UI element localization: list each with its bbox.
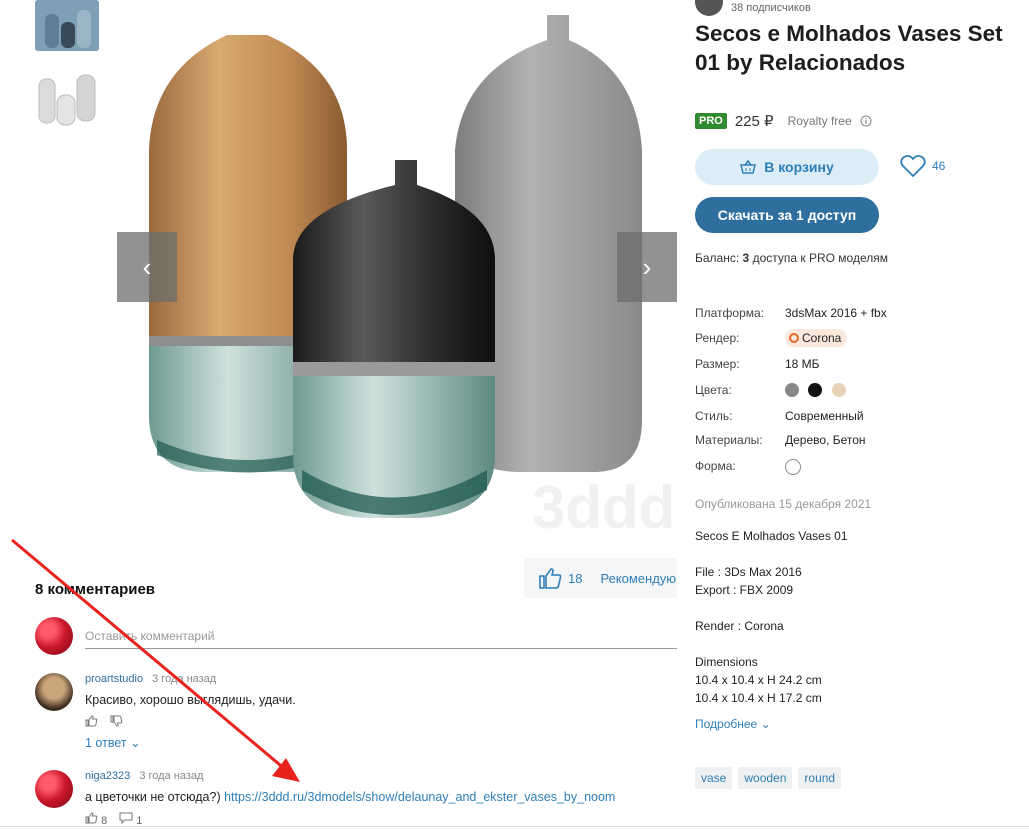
prop-value[interactable]: Дерево, Бетон (785, 433, 866, 447)
tag[interactable]: round (798, 767, 842, 789)
balance-suffix: доступа к PRO моделям (752, 251, 888, 265)
comment-input[interactable]: Оставить комментарий (85, 625, 677, 649)
comment-link[interactable]: https://3ddd.ru/3dmodels/show/delaunay_a… (224, 790, 615, 804)
product-image: 3ddd (117, 0, 677, 545)
more-details-link[interactable]: Подробнее ⌄ (695, 717, 771, 731)
like-icon[interactable] (85, 715, 98, 727)
tag[interactable]: wooden (738, 767, 793, 789)
download-button[interactable]: Скачать за 1 доступ (695, 197, 879, 233)
product-title: Secos e Molhados Vases Set 01 by Relacio… (695, 21, 1003, 75)
prop-key: Цвета: (695, 383, 732, 397)
recommend-label: Рекомендую (600, 570, 677, 586)
replies-label: 1 ответ (85, 736, 127, 750)
price: 225 ₽ (734, 113, 774, 130)
comment-author[interactable]: proartstudio (85, 673, 143, 685)
prop-key: Рендер: (695, 331, 740, 345)
dislike-icon[interactable] (110, 715, 123, 727)
prop-key: Материалы: (695, 433, 763, 447)
heart-icon (900, 154, 926, 178)
prop-value: 3dsMax 2016 + fbx (785, 306, 887, 320)
comment-item: proartstudio 3 года назад Красиво, хорош… (35, 673, 677, 753)
published-date: Опубликована 15 декабря 2021 (695, 497, 872, 511)
comment-text: Красиво, хорошо выглядишь, удачи. (85, 693, 296, 707)
avatar[interactable] (35, 770, 73, 808)
favorite-button[interactable]: 46 (900, 154, 945, 178)
comment-text-row: а цветочки не отсюда?) https://3ddd.ru/3… (85, 790, 615, 804)
current-user-avatar (35, 617, 73, 655)
favorites-count: 46 (932, 159, 946, 173)
color-swatch[interactable] (831, 382, 846, 397)
prop-key: Форма: (695, 459, 736, 473)
comment-actions: 8 1 (85, 812, 142, 827)
thumbnail-strip (35, 0, 99, 131)
prop-key: Платформа: (695, 306, 765, 320)
avatar[interactable] (35, 673, 73, 711)
comment-actions (85, 715, 123, 727)
recommend-count: 18 (568, 570, 583, 586)
comment-item: niga2323 3 года назад а цветочки не отсю… (35, 770, 677, 829)
color-swatches (785, 382, 852, 397)
balance-value: 3 (742, 251, 750, 265)
reply-icon (119, 812, 133, 825)
add-to-cart-button[interactable]: В корзину (695, 149, 879, 185)
show-replies-link[interactable]: 1 ответ ⌄ (85, 735, 141, 750)
balance-info: Баланс: 3 доступа к PRO моделям (695, 251, 888, 265)
prop-value[interactable]: Современный (785, 409, 864, 423)
comment-text: а цветочки не отсюда?) (85, 790, 221, 804)
price-row: PRO 225 ₽ Royalty free (695, 112, 872, 130)
prop-value[interactable]: Corona (785, 329, 848, 347)
cart-label: В корзину (764, 159, 834, 175)
thumbnail-2[interactable] (35, 69, 99, 131)
corona-icon (789, 333, 799, 343)
comments-title: 8 комментариев (35, 581, 156, 598)
comment-author-row: niga2323 3 года назад (85, 770, 203, 782)
prev-image-button[interactable]: ‹ (117, 232, 177, 302)
chevron-down-icon: ⌄ (760, 717, 771, 731)
recommend-button[interactable]: 18 Рекомендую (524, 558, 677, 598)
basket-icon (740, 160, 757, 174)
like-icon (85, 812, 98, 824)
prop-key: Размер: (695, 357, 740, 371)
chevron-down-icon: ⌄ (130, 736, 141, 750)
next-image-button[interactable]: › (617, 232, 677, 302)
round-shape-icon[interactable] (785, 459, 801, 475)
comment-form: Оставить комментарий (35, 617, 677, 655)
divider (0, 826, 1029, 827)
pro-badge: PRO (695, 113, 727, 129)
comment-author[interactable]: niga2323 (85, 770, 130, 782)
thumbnail-1[interactable] (35, 0, 99, 51)
tag[interactable]: vase (695, 767, 733, 789)
license-label: Royalty free (787, 114, 852, 128)
color-swatch[interactable] (808, 382, 823, 397)
like-button[interactable]: 8 (85, 812, 107, 827)
render-engine-label: Corona (802, 331, 842, 345)
render-engine-badge[interactable]: Corona (785, 329, 848, 347)
comment-time: 3 года назад (139, 770, 204, 782)
prop-value (785, 459, 801, 475)
thumbs-up-icon (539, 568, 562, 589)
svg-text:3ddd: 3ddd (532, 474, 675, 541)
info-icon[interactable] (860, 115, 872, 127)
comment-time: 3 года назад (152, 673, 217, 685)
product-description: Secos E Molhados Vases 01 File : 3Ds Max… (695, 529, 848, 705)
comment-author-row: proartstudio 3 года назад (85, 673, 216, 685)
balance-prefix: Баланс: (695, 251, 740, 265)
author-avatar[interactable] (695, 0, 723, 16)
author-row: 38 подписчиков (695, 0, 811, 16)
color-swatch[interactable] (785, 382, 799, 397)
prop-key: Стиль: (695, 409, 733, 423)
reply-button[interactable]: 1 (119, 812, 142, 827)
tags: vase wooden round (695, 767, 842, 789)
subscribers-count: 38 подписчиков (731, 2, 811, 14)
prop-value: 18 МБ (785, 357, 820, 371)
more-label: Подробнее (695, 717, 758, 731)
